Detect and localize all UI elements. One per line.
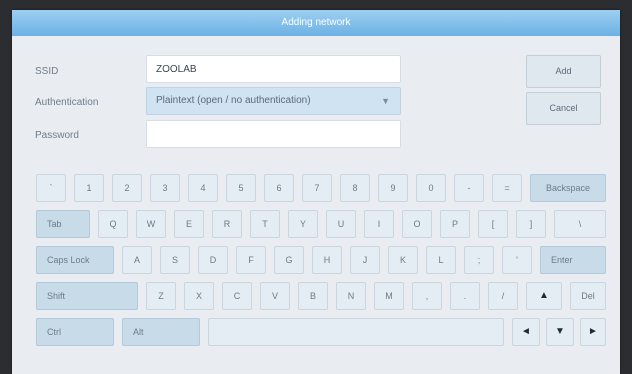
key-w[interactable]: W [136,210,166,238]
key-z[interactable]: Z [146,282,176,310]
key-3[interactable]: 3 [150,174,180,202]
key-e[interactable]: E [174,210,204,238]
key-shift[interactable]: Shift [36,282,138,310]
password-label: Password [35,130,79,141]
key-tab[interactable]: Tab [36,210,90,238]
key-y[interactable]: Y [288,210,318,238]
add-button[interactable]: Add [526,55,601,88]
key-c[interactable]: C [222,282,252,310]
arrow-down-icon[interactable]: ▼ [546,318,574,346]
key-l[interactable]: L [426,246,456,274]
key-i[interactable]: I [364,210,394,238]
key-caps-lock[interactable]: Caps Lock [36,246,114,274]
key-semicolon[interactable]: ; [464,246,494,274]
key-a[interactable]: A [122,246,152,274]
on-screen-keyboard: ` 1 2 3 4 5 6 7 8 9 0 - = Backspace Tab … [28,170,608,370]
key-j[interactable]: J [350,246,380,274]
key-o[interactable]: O [402,210,432,238]
key-u[interactable]: U [326,210,356,238]
key-backspace[interactable]: Backspace [530,174,606,202]
authentication-label: Authentication [35,97,99,108]
key-comma[interactable]: , [412,282,442,310]
key-8[interactable]: 8 [340,174,370,202]
key-x[interactable]: X [184,282,214,310]
key-g[interactable]: G [274,246,304,274]
key-backslash[interactable]: \ [554,210,606,238]
arrow-right-icon[interactable]: ► [580,318,606,346]
key-4[interactable]: 4 [188,174,218,202]
key-p[interactable]: P [440,210,470,238]
key-s[interactable]: S [160,246,190,274]
key-minus[interactable]: - [454,174,484,202]
key-d[interactable]: D [198,246,228,274]
key-right-bracket[interactable]: ] [516,210,546,238]
arrow-left-icon[interactable]: ◄ [512,318,540,346]
cancel-button[interactable]: Cancel [526,92,601,125]
key-m[interactable]: M [374,282,404,310]
key-period[interactable]: . [450,282,480,310]
key-b[interactable]: B [298,282,328,310]
key-k[interactable]: K [388,246,418,274]
key-t[interactable]: T [250,210,280,238]
dialog-title: Adding network [12,10,620,36]
key-f[interactable]: F [236,246,266,274]
key-5[interactable]: 5 [226,174,256,202]
key-0[interactable]: 0 [416,174,446,202]
key-left-bracket[interactable]: [ [478,210,508,238]
key-r[interactable]: R [212,210,242,238]
chevron-down-icon: ▼ [381,96,390,106]
key-del[interactable]: Del [570,282,606,310]
key-2[interactable]: 2 [112,174,142,202]
key-6[interactable]: 6 [264,174,294,202]
key-n[interactable]: N [336,282,366,310]
key-9[interactable]: 9 [378,174,408,202]
key-ctrl[interactable]: Ctrl [36,318,114,346]
password-input[interactable] [146,120,401,148]
adding-network-dialog: Adding network SSID Authentication Plain… [12,10,620,374]
authentication-select[interactable]: Plaintext (open / no authentication) ▼ [146,87,401,115]
authentication-value: Plaintext (open / no authentication) [156,95,311,106]
arrow-up-icon[interactable]: ▲ [526,282,562,310]
key-v[interactable]: V [260,282,290,310]
key-quote[interactable]: ' [502,246,532,274]
ssid-input[interactable] [146,55,401,83]
key-alt[interactable]: Alt [122,318,200,346]
key-backtick[interactable]: ` [36,174,66,202]
key-equals[interactable]: = [492,174,522,202]
key-q[interactable]: Q [98,210,128,238]
key-enter[interactable]: Enter [540,246,606,274]
key-7[interactable]: 7 [302,174,332,202]
key-1[interactable]: 1 [74,174,104,202]
key-space[interactable] [208,318,504,346]
ssid-label: SSID [35,66,59,77]
key-slash[interactable]: / [488,282,518,310]
key-h[interactable]: H [312,246,342,274]
